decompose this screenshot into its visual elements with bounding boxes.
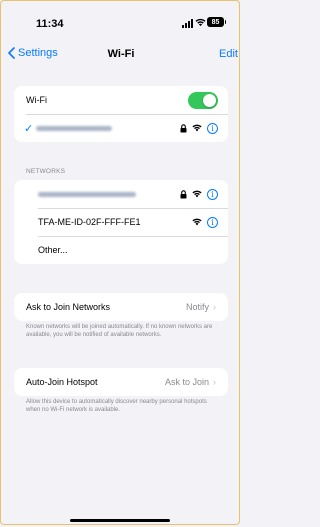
wifi-group: Wi-Fi ✓ i xyxy=(14,86,228,142)
auto-join-footnote: Allow this device to automatically disco… xyxy=(26,399,207,413)
info-icon[interactable]: i xyxy=(207,216,218,228)
wifi-label: Wi-Fi xyxy=(26,95,47,105)
lock-icon xyxy=(180,189,187,198)
info-icon[interactable]: i xyxy=(207,188,218,200)
ask-join-footnote: Known networks will be joined automatica… xyxy=(26,324,213,338)
network-row-redacted[interactable]: i xyxy=(14,180,228,208)
ask-join-row[interactable]: Ask to Join Networks Notify › xyxy=(14,293,228,321)
network-row[interactable]: TFA-ME-ID-02F-FFF-FE1 i xyxy=(14,208,228,236)
home-indicator[interactable] xyxy=(70,519,170,522)
status-bar: 11:34 85 xyxy=(0,0,242,40)
auto-join-row[interactable]: Auto-Join Hotspot Ask to Join › xyxy=(14,368,228,396)
wifi-toggle-row: Wi-Fi xyxy=(14,86,228,114)
other-network-label: Other... xyxy=(38,245,68,255)
wifi-status-icon xyxy=(195,18,206,27)
other-network-row[interactable]: Other... xyxy=(14,236,228,264)
ask-join-label: Ask to Join Networks xyxy=(26,302,111,312)
chevron-right-icon: › xyxy=(213,302,216,312)
ask-join-value: Notify xyxy=(185,302,209,312)
chevron-right-icon: › xyxy=(213,377,216,387)
wifi-signal-icon xyxy=(192,218,202,226)
connected-network-row[interactable]: ✓ i xyxy=(14,114,228,142)
wifi-toggle[interactable] xyxy=(188,92,218,109)
battery-level: 85 xyxy=(211,18,220,26)
auto-join-label: Auto-Join Hotspot xyxy=(26,377,98,387)
wifi-signal-icon xyxy=(192,124,202,132)
network-name: TFA-ME-ID-02F-FFF-FE1 xyxy=(38,217,141,227)
info-icon[interactable]: i xyxy=(207,122,218,134)
edit-button[interactable]: Edit xyxy=(219,48,238,60)
navigation-bar: Settings Wi-Fi Edit xyxy=(0,40,242,70)
page-title: Wi-Fi xyxy=(107,48,135,60)
network-icons: i xyxy=(180,180,218,208)
status-time: 11:34 xyxy=(36,18,64,30)
network-name-redacted xyxy=(38,191,136,197)
network-icons: i xyxy=(192,208,218,236)
auto-join-value-wrap: Ask to Join › xyxy=(165,368,216,396)
checkmark-icon: ✓ xyxy=(24,122,34,135)
auto-join-group: Auto-Join Hotspot Ask to Join › xyxy=(14,368,228,396)
cellular-signal-icon xyxy=(182,19,193,28)
ask-join-value-wrap: Notify › xyxy=(186,293,216,321)
connected-network-name-redacted xyxy=(36,125,112,131)
ask-join-group: Ask to Join Networks Notify › xyxy=(14,293,228,321)
auto-join-value: Ask to Join xyxy=(164,377,209,387)
networks-group: i TFA-ME-ID-02F-FFF-FE1 i Other... xyxy=(14,180,228,264)
lock-icon xyxy=(180,123,187,132)
wifi-signal-icon xyxy=(192,190,202,198)
battery-icon: 85 xyxy=(207,17,226,27)
networks-header: NETWORKS xyxy=(26,168,66,175)
connected-network-icons: i xyxy=(180,114,218,142)
